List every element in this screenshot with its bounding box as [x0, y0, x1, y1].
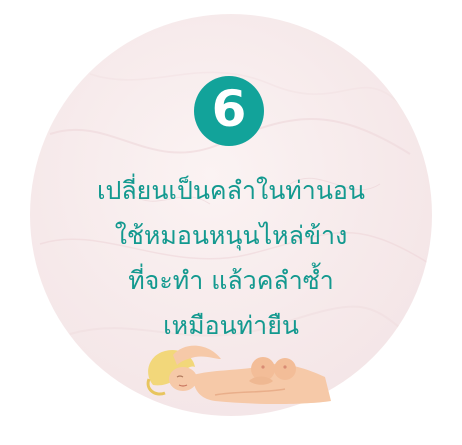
step-number-badge: 6 — [194, 76, 264, 146]
face-shape — [169, 367, 197, 391]
infographic-card: 6 เปลี่ยนเป็นคลำในท่านอน ใช้หมอนหนุนไหล่… — [0, 0, 462, 445]
instruction-text: เปลี่ยนเป็นคลำในท่านอน ใช้หมอนหนุนไหล่ข้… — [40, 168, 422, 348]
instruction-line-3: ที่จะทำ แล้วคลำซ้ำ — [128, 266, 334, 295]
instruction-line-1: เปลี่ยนเป็นคลำในท่านอน — [96, 176, 366, 205]
step-number: 6 — [211, 80, 247, 138]
woman-lying-down-illustration — [146, 345, 331, 404]
raised-arm — [173, 345, 221, 365]
instruction-line-2: ใช้หมอนหนุนไหล่ข้าง — [114, 221, 348, 250]
